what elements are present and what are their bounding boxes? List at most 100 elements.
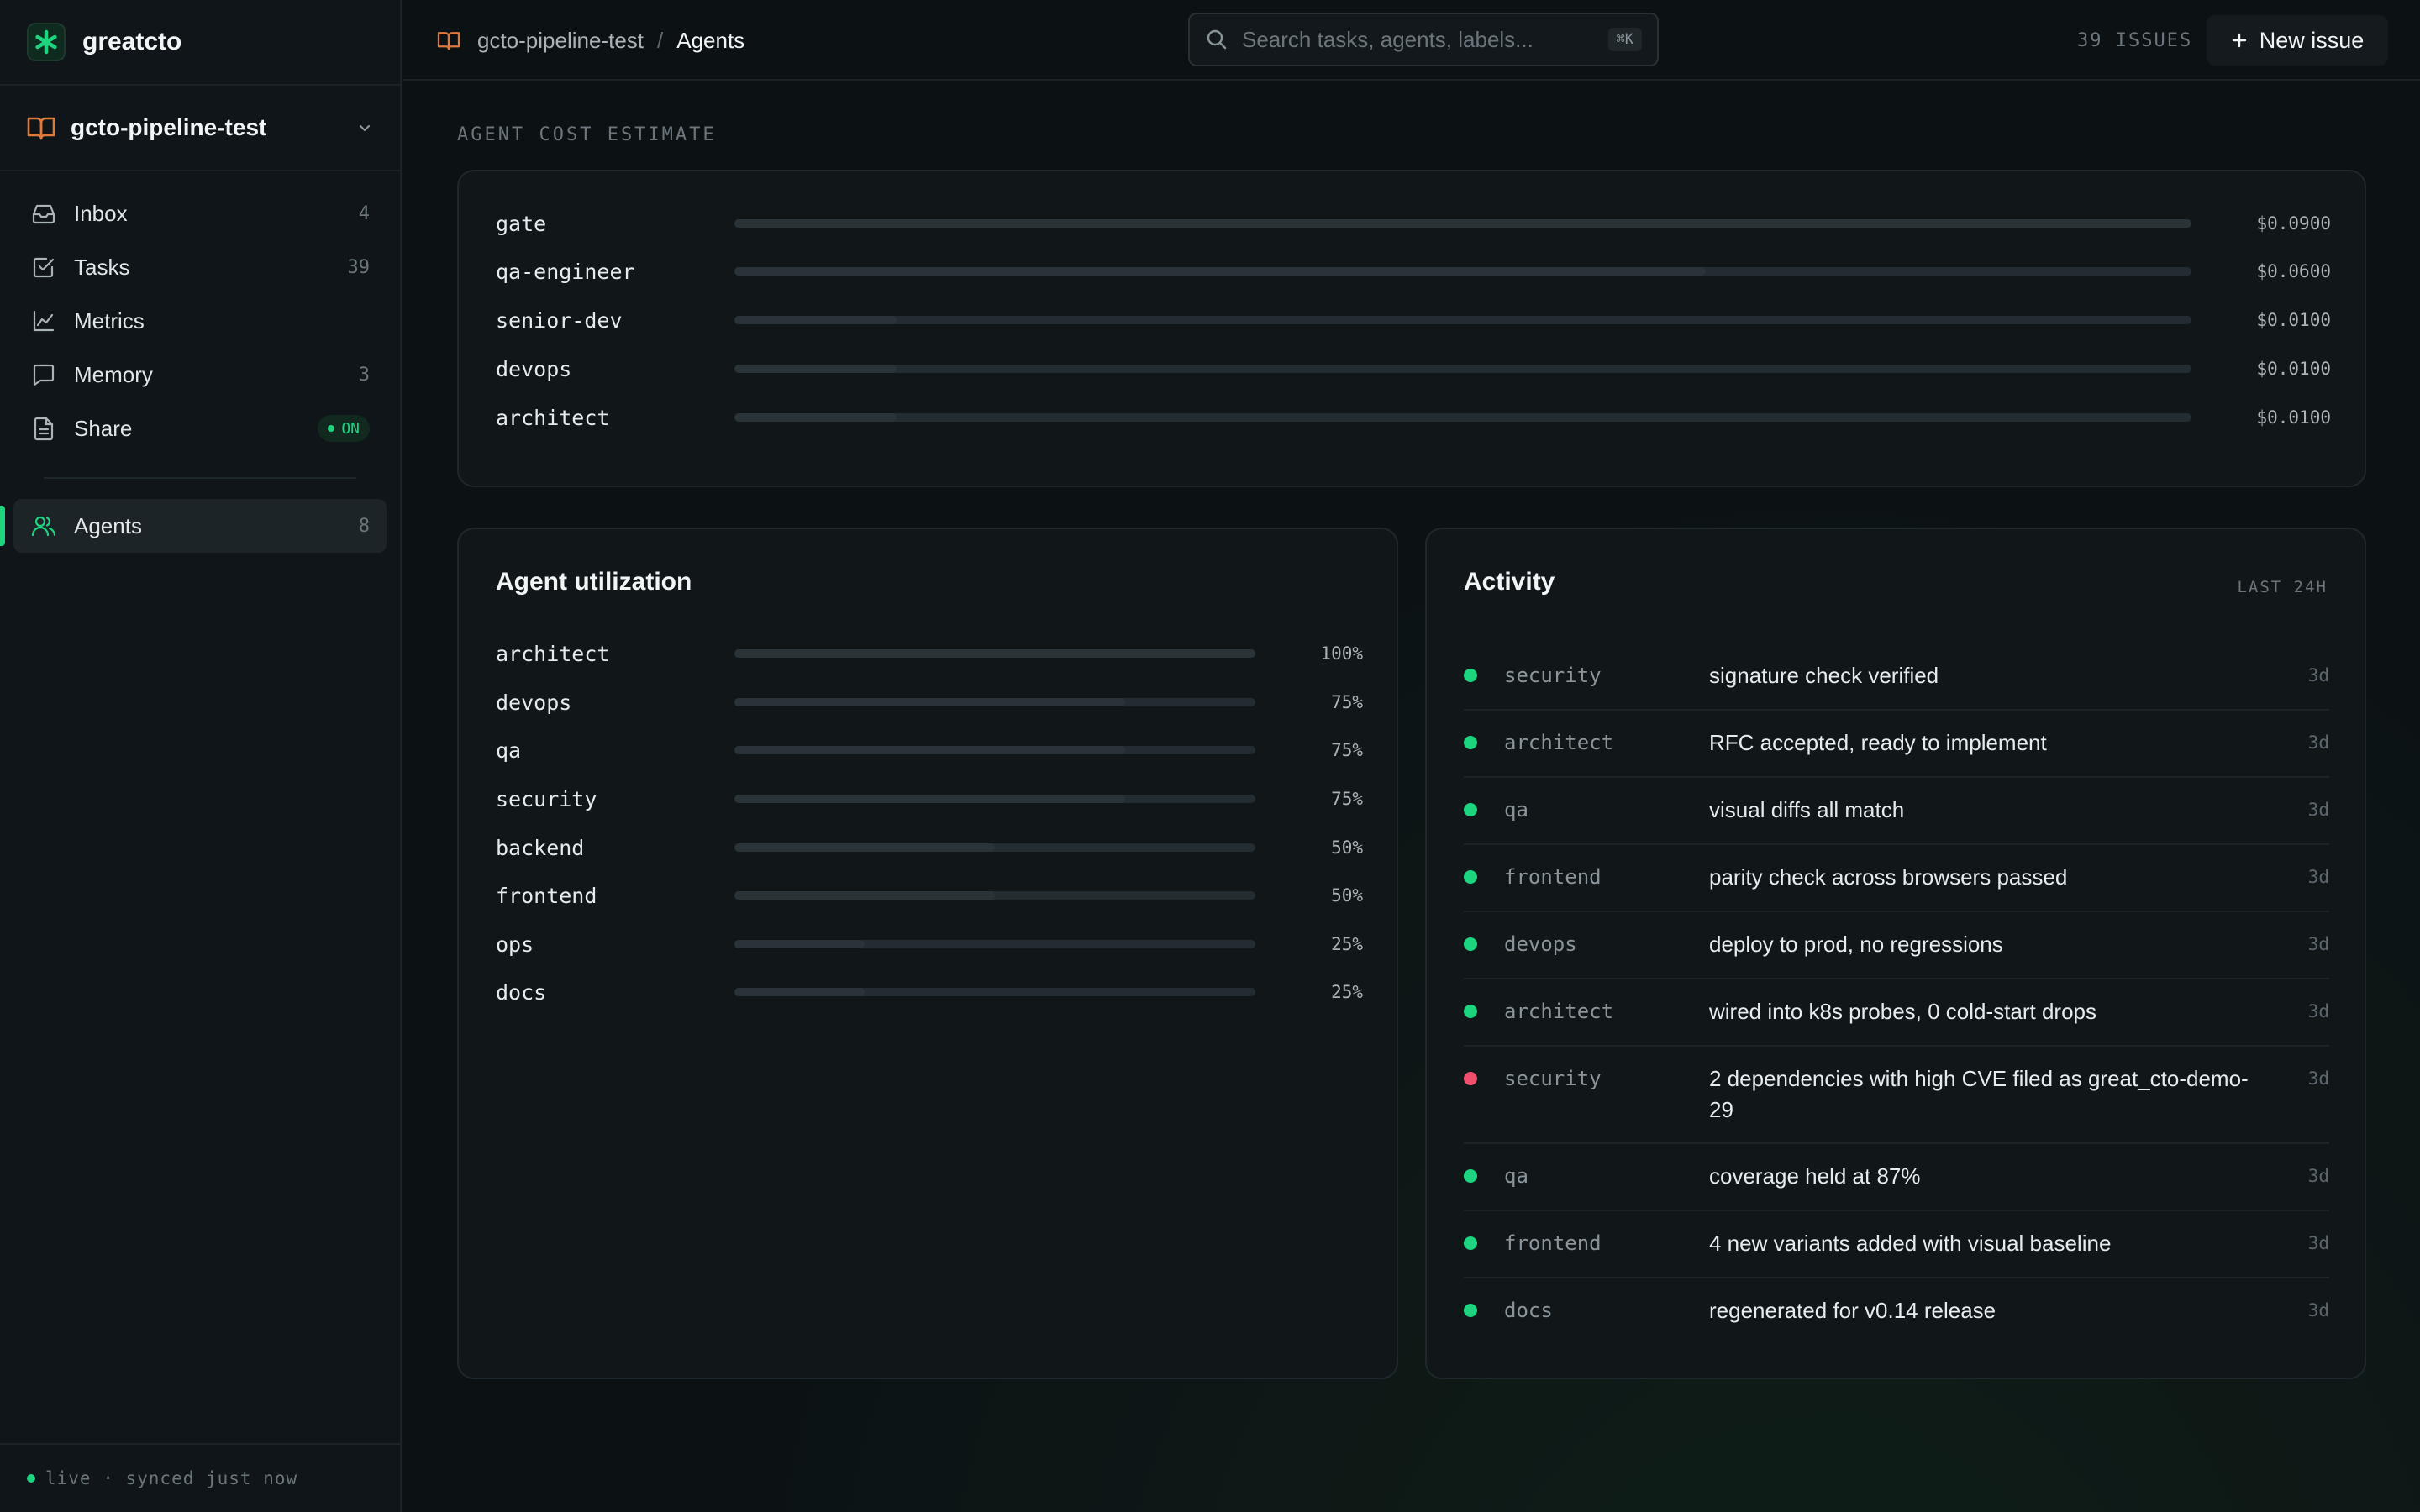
utilization-agent-name: ops (496, 932, 534, 957)
sidebar-item-metrics[interactable]: Metrics (13, 294, 387, 348)
cost-bar-track (734, 365, 2191, 373)
tasks-count: 39 (347, 256, 371, 278)
utilization-agent-name: frontend (496, 883, 597, 908)
utilization-value: 75% (1331, 789, 1363, 809)
plus-icon (2232, 33, 2246, 48)
activity-status-dot (1464, 1005, 1477, 1018)
activity-card: Activity LAST 24H security signature che… (1425, 528, 2366, 1379)
utilization-row: docs 25% (496, 975, 1363, 1009)
utilization-agent-name: qa (496, 738, 522, 763)
main-content: AGENT COST ESTIMATE gate $0.0900 qa-engi… (403, 82, 2420, 1512)
sidebar-item-label: Metrics (74, 307, 145, 333)
cost-value: $0.0100 (2256, 310, 2331, 330)
utilization-value: 75% (1331, 740, 1363, 760)
activity-row[interactable]: qa visual diffs all match 3d (1464, 778, 2329, 845)
activity-message: coverage held at 87% (1709, 1163, 1921, 1189)
utilization-row: qa 75% (496, 733, 1363, 767)
cost-agent-name: devops (496, 356, 572, 381)
sidebar-item-label: Share (74, 415, 133, 441)
book-icon (437, 32, 460, 50)
cost-row: senior-dev $0.0100 (496, 303, 2331, 337)
utilization-bar-fill (734, 649, 1255, 658)
sidebar-item-tasks[interactable]: Tasks 39 (13, 240, 387, 294)
checkbox-icon (33, 257, 55, 278)
issues-count: 39 ISSUES (2077, 29, 2193, 51)
sidebar-item-agents[interactable]: Agents 8 (0, 499, 387, 553)
activity-row[interactable]: docs regenerated for v0.14 release 3d (1464, 1278, 2329, 1346)
cost-value: $0.0100 (2256, 407, 2331, 428)
activity-message: regenerated for v0.14 release (1709, 1298, 1996, 1323)
activity-message: deploy to prod, no regressions (1709, 932, 2003, 957)
activity-row[interactable]: architect wired into k8s probes, 0 cold-… (1464, 979, 2329, 1047)
activity-agent: security (1504, 1067, 1602, 1090)
utilization-value: 100% (1320, 643, 1363, 664)
activity-status-dot (1464, 1072, 1477, 1085)
cost-agent-name: qa-engineer (496, 259, 635, 284)
cost-row: gate $0.0900 (496, 207, 2331, 240)
sidebar-item-memory[interactable]: Memory 3 (13, 348, 387, 402)
utilization-row: ops 25% (496, 927, 1363, 961)
utilization-bar-track (734, 649, 1255, 658)
sidebar-item-share[interactable]: Share ON (13, 402, 387, 455)
chevron-down-icon[interactable] (356, 119, 373, 136)
agents-count: 8 (358, 515, 370, 537)
activity-time: 3d (2307, 1068, 2329, 1089)
brand[interactable]: greatcto (0, 0, 400, 86)
sidebar-item-label: Memory (74, 361, 153, 387)
activity-row[interactable]: qa coverage held at 87% 3d (1464, 1144, 2329, 1211)
breadcrumb-project-link[interactable]: gcto-pipeline-test (477, 28, 644, 54)
utilization-bar-track (734, 746, 1255, 754)
activity-message: parity check across browsers passed (1709, 864, 2068, 890)
activity-time: 3d (2307, 1300, 2329, 1320)
memory-count: 3 (358, 364, 370, 386)
cost-agent-name: senior-dev (496, 307, 623, 333)
activity-agent: architect (1504, 1000, 1614, 1023)
utilization-value: 25% (1331, 934, 1363, 954)
sync-status: live · synced just now (0, 1443, 400, 1512)
utilization-bar-fill (734, 891, 995, 900)
cost-bar-track (734, 413, 2191, 422)
activity-row[interactable]: frontend parity check across browsers pa… (1464, 845, 2329, 912)
activity-row[interactable]: security signature check verified 3d (1464, 643, 2329, 711)
line-chart-icon (33, 310, 55, 332)
activity-row[interactable]: frontend 4 new variants added with visua… (1464, 1211, 2329, 1278)
utilization-value: 50% (1331, 837, 1363, 858)
activity-time: 3d (2307, 732, 2329, 753)
utilization-agent-name: architect (496, 641, 610, 666)
activity-row[interactable]: devops deploy to prod, no regressions 3d (1464, 912, 2329, 979)
utilization-bar-track (734, 698, 1255, 706)
share-status-badge[interactable]: ON (318, 415, 370, 442)
utilization-bar-fill (734, 746, 1125, 754)
cost-bar-track (734, 219, 2191, 228)
search-input[interactable] (1242, 26, 1608, 53)
activity-row[interactable]: security 2 dependencies with high CVE fi… (1464, 1047, 2329, 1144)
cost-value: $0.0900 (2256, 213, 2331, 234)
utilization-bar-fill (734, 698, 1125, 706)
book-icon (27, 117, 55, 140)
activity-row[interactable]: architect RFC accepted, ready to impleme… (1464, 711, 2329, 778)
utilization-row: architect 100% (496, 637, 1363, 670)
sidebar-item-inbox[interactable]: Inbox 4 (13, 186, 387, 240)
cost-bar-fill (734, 365, 897, 373)
cost-agent-name: gate (496, 211, 547, 236)
cost-row: qa-engineer $0.0600 (496, 255, 2331, 288)
activity-time: 3d (2307, 800, 2329, 820)
new-issue-button[interactable]: New issue (2207, 15, 2388, 66)
activity-status-dot (1464, 870, 1477, 884)
utilization-agent-name: security (496, 786, 597, 811)
utilization-agent-name: devops (496, 690, 572, 715)
search-box[interactable]: ⌘K (1188, 13, 1659, 66)
breadcrumb-current: Agents (676, 27, 745, 53)
project-selector[interactable]: gcto-pipeline-test (0, 86, 400, 171)
activity-message: wired into k8s probes, 0 cold-start drop… (1709, 999, 2096, 1024)
sidebar-item-label: Inbox (74, 200, 128, 226)
activity-range: LAST 24H (2237, 578, 2328, 596)
utilization-bar-track (734, 988, 1255, 996)
activity-status-dot (1464, 669, 1477, 682)
utilization-bar-track (734, 795, 1255, 803)
utilization-value: 75% (1331, 692, 1363, 712)
app-name: greatcto (82, 28, 182, 55)
activity-message: RFC accepted, ready to implement (1709, 730, 2047, 755)
utilization-row: backend 50% (496, 831, 1363, 864)
utilization-row: frontend 50% (496, 879, 1363, 912)
